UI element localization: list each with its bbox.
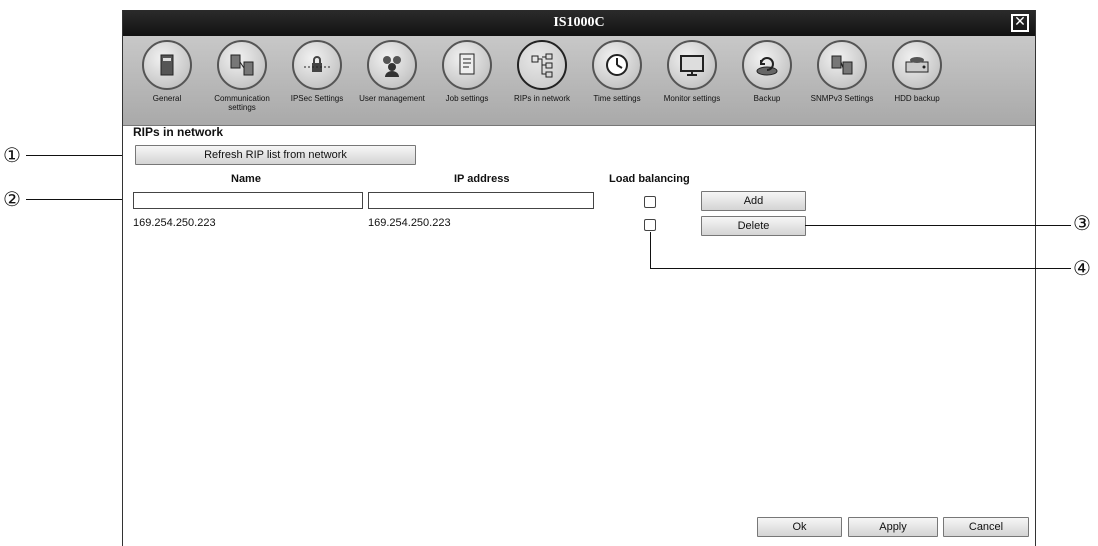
clock-icon [592, 40, 642, 90]
page-title: RIPs in network [133, 125, 224, 139]
tab-snmpv3-settings[interactable]: SNMPv3 Settings [801, 40, 883, 103]
tab-label: IPSec Settings [290, 94, 344, 103]
refresh-rip-list-button[interactable]: Refresh RIP list from network [135, 145, 416, 165]
tab-label: Communication settings [214, 94, 270, 112]
tab-label: Job settings [445, 94, 489, 103]
rip-server-icon [142, 40, 192, 90]
close-icon[interactable]: ✕ [1011, 14, 1029, 32]
column-header-ip-address: IP address [454, 173, 510, 185]
job-document-icon [442, 40, 492, 90]
tab-label: RIPs in network [513, 94, 571, 103]
hdd-icon [892, 40, 942, 90]
tab-hdd-backup[interactable]: HDD backup [876, 40, 958, 103]
ok-button[interactable]: Ok [757, 517, 842, 537]
callout-4-line [650, 268, 1071, 269]
tab-general[interactable]: General [126, 40, 208, 103]
tab-label: HDD backup [894, 94, 940, 103]
add-button[interactable]: Add [701, 191, 806, 211]
tab-communication-settings[interactable]: Communication settings [201, 40, 283, 112]
column-header-load-balancing: Load balancing [609, 173, 690, 185]
tab-user-management[interactable]: User management [351, 40, 433, 103]
network-computers-icon [217, 40, 267, 90]
new-load-balancing-checkbox[interactable] [644, 196, 656, 208]
callout-4-line-vertical [650, 232, 651, 269]
callout-3: ③ [1073, 211, 1091, 235]
snmp-icon [817, 40, 867, 90]
tab-backup[interactable]: Backup [726, 40, 808, 103]
settings-window: IS1000C ✕ General Communication settings… [122, 10, 1036, 546]
backup-icon [742, 40, 792, 90]
tab-label: SNMPv3 Settings [810, 94, 874, 103]
row-name-cell: 169.254.250.223 [133, 217, 216, 229]
rip-network-icon [517, 40, 567, 90]
users-icon [367, 40, 417, 90]
callout-1-line [26, 155, 136, 156]
new-rip-name-input[interactable] [133, 192, 363, 209]
row-load-balancing-checkbox[interactable] [644, 219, 656, 231]
tab-label: Monitor settings [663, 94, 721, 103]
tab-monitor-settings[interactable]: Monitor settings [651, 40, 733, 103]
row-ip-cell: 169.254.250.223 [368, 217, 451, 229]
title-bar: IS1000C ✕ [123, 10, 1035, 36]
column-header-name: Name [231, 173, 261, 185]
cancel-button[interactable]: Cancel [943, 517, 1029, 537]
tab-job-settings[interactable]: Job settings [426, 40, 508, 103]
tab-rips-in-network[interactable]: RIPs in network [501, 40, 583, 103]
callout-1: ① [3, 143, 21, 167]
monitor-icon [667, 40, 717, 90]
settings-toolbar: General Communication settings IPSec Set… [123, 36, 1035, 126]
tab-ipsec-settings[interactable]: IPSec Settings [276, 40, 358, 103]
callout-4: ④ [1073, 256, 1091, 280]
callout-3-line [805, 225, 1071, 226]
new-rip-ip-input[interactable] [368, 192, 594, 209]
delete-button[interactable]: Delete [701, 216, 806, 236]
window-title: IS1000C [553, 15, 605, 30]
tab-label: General [152, 94, 182, 103]
tab-label: Time settings [593, 94, 641, 103]
tab-label: Backup [753, 94, 781, 103]
apply-button[interactable]: Apply [848, 517, 938, 537]
tab-label: User management [359, 94, 425, 103]
tab-time-settings[interactable]: Time settings [576, 40, 658, 103]
callout-2-line [26, 199, 134, 200]
callout-2: ② [3, 187, 21, 211]
lock-network-icon [292, 40, 342, 90]
